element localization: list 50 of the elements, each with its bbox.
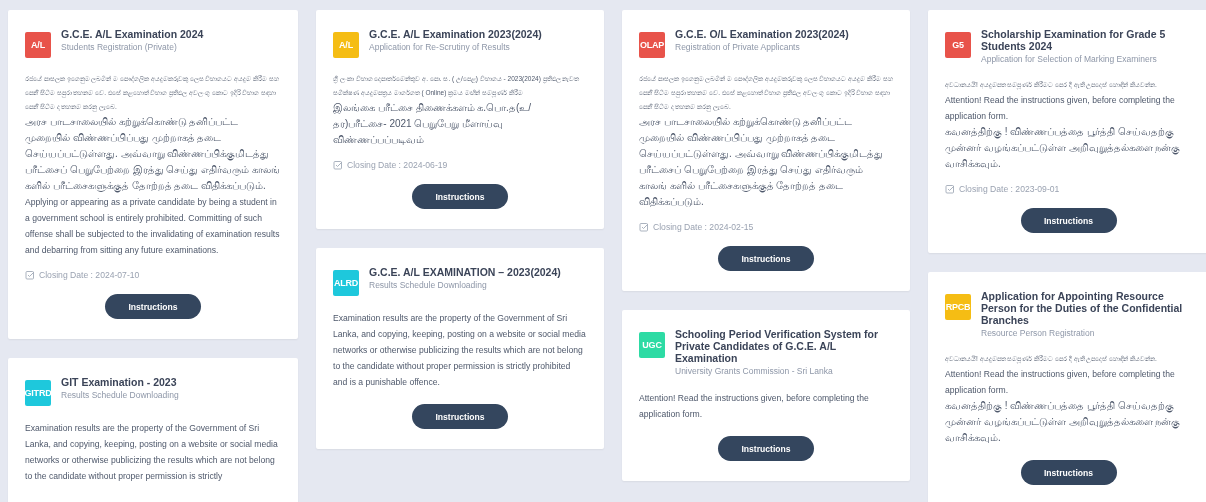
exam-title: G.C.E. A/L Examination 2024 bbox=[61, 28, 204, 40]
english-notice: Applying or appearing as a private candidate by being a student in a government school is entirely prohibited. Committing of such offense shall be subjected to the invalidating of examination results and debarring from sitting any future examinations. bbox=[25, 196, 281, 257]
exam-title: GIT Examination - 2023 bbox=[61, 376, 178, 388]
exam-subtitle: Results Schedule Downloading bbox=[61, 390, 179, 400]
instructions-button[interactable]: Instructions bbox=[718, 246, 814, 271]
exam-title: G.C.E. A/L EXAMINATION – 2023(2024) bbox=[369, 266, 561, 278]
english-notice: Examination results are the property of the Government of Sri Lanka, and copying, keeping, posting on a website or social media networks or otherwise publicizing the results which are not belong to the candidate without proper permission is strictly bbox=[25, 422, 279, 483]
tamil-notice: கவனத்திற்கு ! விண்ணப்பத்தை பூர்த்தி செய்வதற்கு முன்னர் வழங்கப்பட்டுள்ள அறிவுறுத்தல்களை நன்கு வாசிக்கவும். bbox=[945, 125, 1182, 171]
exam-subtitle: Resource Person Registration bbox=[981, 328, 1096, 338]
closing-date: Closing Date : 2024-06-19 bbox=[347, 160, 448, 170]
exam-badge: GITRD bbox=[25, 380, 51, 406]
exam-subtitle: Students Registration (Private) bbox=[61, 42, 178, 52]
english-notice: Attention! Read the instructions given, before completing the application form. bbox=[945, 94, 1176, 123]
exam-title: Scholarship Examination for Grade 5 Students 2024 bbox=[981, 28, 1167, 52]
instructions-button[interactable]: Instructions bbox=[1020, 460, 1117, 485]
checkbox-icon bbox=[945, 184, 955, 194]
closing-date: Closing Date : 2024-07-10 bbox=[39, 270, 140, 280]
english-notice: Examination results are the property of the Government of Sri Lanka, and copying, keeping, posting on a website or social media networks or otherwise publicizing the results which are not belong to the candidate without proper permission is strictly prohibited and is a punishable offence. bbox=[333, 312, 587, 389]
exam-badge: RPCB bbox=[945, 294, 971, 320]
instructions-button[interactable]: Instructions bbox=[412, 184, 508, 209]
exam-title: Application for Appointing Resource Person for the Duties of the Confidential Branches bbox=[981, 290, 1184, 326]
tamil-notice: அரச பாடசாலையில் கற்றுக்கொண்டு தனிப்பட்ட முறையில் விண்ணப்பிப்பது முற்றாகத் தடை செய்யப்பட்டுள்ளது. அவ்வாறு விண்ணப்பிக்குமிடத்து பரீட்சைப் பெறுபேற்றை இரத்து செய்து எதிர்வரும் காலங் களில் பரீட்சைகளுக்குத் தோற்றத் தடை விதிக்கப்படும். bbox=[25, 115, 281, 194]
exam-badge: OLAP bbox=[639, 32, 665, 58]
exam-subtitle: Registration of Private Applicants bbox=[675, 42, 801, 52]
checkbox-icon bbox=[333, 160, 343, 170]
closing-date: Closing Date : 2023-09-01 bbox=[959, 184, 1060, 194]
exam-subtitle: University Grants Commission - Sri Lanka bbox=[675, 366, 834, 376]
tamil-notice: அரச பாடசாலையில் கற்றுக்கொண்டு தனிப்பட்ட முறையில் விண்ணப்பிப்பது முற்றாகத் தடை செய்யப்பட்டுள்ளது. அவ்வாறு விண்ணப்பிக்குமிடத்து பரீட்சைப் பெறுபேற்றை இரத்து செய்து எதிர்வரும் காலங் களில் பரீட்சைகளுக்குத் தோற்றத் தடை விதிக்கப்படும். bbox=[639, 115, 885, 209]
exam-title: Schooling Period Verification System for Private Candidates of G.C.E. A/L Examination bbox=[675, 328, 880, 364]
instructions-button[interactable]: Instructions bbox=[412, 404, 508, 429]
exam-badge: ALRD bbox=[333, 270, 359, 296]
exam-badge: UGC bbox=[639, 332, 665, 358]
checkbox-icon bbox=[25, 270, 35, 280]
exam-title: G.C.E. O/L Examination 2023(2024) bbox=[675, 28, 849, 40]
exam-title: G.C.E. A/L Examination 2023(2024) bbox=[369, 28, 542, 40]
exam-subtitle: Results Schedule Downloading bbox=[369, 280, 488, 290]
exam-badge: A/L bbox=[333, 32, 359, 58]
exam-badge: A/L bbox=[25, 32, 51, 58]
english-notice: Attention! Read the instructions given, before completing the application form. bbox=[945, 368, 1176, 397]
tamil-notice: கவனத்திற்கு ! விண்ணப்பத்தை பூர்த்தி செய்வதற்கு முன்னர் வழங்கப்பட்டுள்ள அறிவுறுத்தல்களை நன்கு வாசிக்கவும். bbox=[945, 399, 1182, 445]
tamil-notice: இலங்கை பரீட்சை திணைக்களம் க.பொ.த(உ/ தர)பரீட்சை- 2021 பெறுபேறு மீளாய்வு விண்ணப்பப்படிவம் bbox=[333, 101, 532, 147]
instructions-button[interactable]: Instructions bbox=[105, 294, 201, 319]
exam-subtitle: Application for Selection of Marking Examiners bbox=[981, 54, 1158, 64]
instructions-button[interactable]: Instructions bbox=[1020, 208, 1117, 233]
instructions-button[interactable]: Instructions bbox=[718, 436, 814, 461]
exam-subtitle: Application for Re-Scrutiny of Results bbox=[369, 42, 511, 52]
english-notice: Attention! Read the instructions given, before completing the application form. bbox=[639, 392, 870, 421]
checkbox-icon bbox=[639, 222, 649, 232]
exam-badge: G5 bbox=[945, 32, 971, 58]
closing-date: Closing Date : 2024-02-15 bbox=[653, 222, 754, 232]
